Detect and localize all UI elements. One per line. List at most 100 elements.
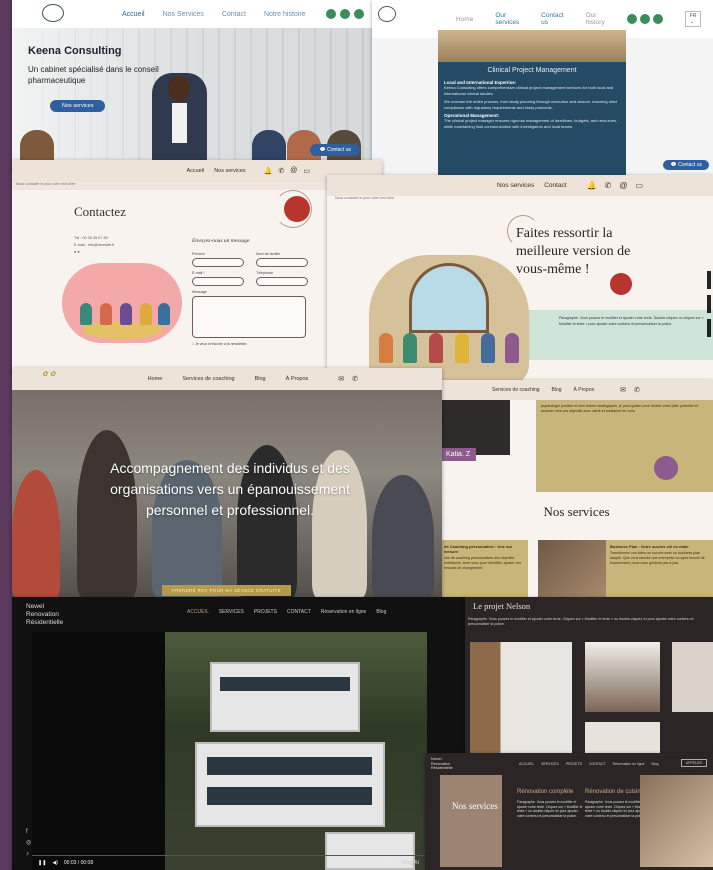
nav-projets[interactable]: PROJETS [566,762,582,766]
email-text: E-mail : info@monsite.fr [74,243,115,247]
contact-info: Tél : 00 33 45 67 89 E-mail : info@monsi… [74,235,115,256]
social-icons: ● ● [74,250,80,254]
language-select[interactable]: FR ⌄ [684,11,702,27]
social-icon[interactable] [354,9,364,19]
clinic-logo[interactable] [378,6,396,22]
services-button[interactable]: Nos services [50,100,106,112]
service-column[interactable]: Rénovation complète Paragraphe. Vous pou… [517,789,585,818]
nav-apropos[interactable]: À Propos [574,387,595,393]
nav-our-history[interactable]: Our history [586,12,605,26]
nav-contact[interactable]: CONTACT [287,609,311,615]
nav-reservation[interactable]: Réservation en ligne [321,609,367,615]
phone-input[interactable] [256,277,308,286]
nav-nos-services[interactable]: Nos services [497,182,534,189]
accomp-nav: Home Services de coaching Blog À Propos … [12,368,442,390]
women-illustration [369,255,529,385]
about-text: psychologie positive et mes leviers stra… [541,404,698,413]
edge-bar [707,319,711,337]
chat-icon[interactable]: ▭ [303,167,310,175]
call-button[interactable]: APPELER [680,759,707,767]
at-icon[interactable]: @ [290,167,297,175]
nav-blog[interactable]: Blog [652,762,659,766]
nav-services[interactable]: SERVICES [541,762,559,766]
coaching-logo[interactable]: ✿ ✿ [42,370,56,378]
project-photo[interactable] [585,722,660,757]
nav-contact-us[interactable]: Contact us [541,12,563,26]
newsletter-checkbox[interactable]: ○ Je veux m'inscrire à la newsletter. [192,342,312,346]
phone-icon[interactable]: ✆ [605,181,612,190]
nav-blog[interactable]: Blog [376,609,386,615]
social-icon[interactable] [340,9,350,19]
service-card-text: ces de coaching personnalisés des object… [444,556,522,570]
coaching-hero-panel: Home Services de coaching Blog À Propos … [12,368,442,598]
nav-histoire[interactable]: Notre histoire [264,11,306,18]
nav-accueil[interactable]: Accueil [122,11,145,18]
social-sidebar: f ◎ ♪ [26,827,31,860]
nav-contact[interactable]: Contact [544,182,566,189]
book-session-button[interactable]: PRENDRE RDV POUR MA SÉANCE GRATUITE [162,585,291,596]
nav-services[interactable]: Nos Services [163,11,204,18]
nav-blog[interactable]: Blog [255,376,266,382]
nav-contact[interactable]: Contact [222,11,246,18]
nav-accueil[interactable]: ACCUEIL [519,762,534,766]
nav-services[interactable]: SERVICES [219,609,244,615]
nav-projets[interactable]: PROJETS [254,609,277,615]
nav-accueil[interactable]: ACCUEIL [187,609,209,615]
volume-icon[interactable]: ◀) [52,860,58,866]
nav-home[interactable]: Home [148,376,163,382]
social-icon[interactable] [326,9,336,19]
nav-our-services[interactable]: Our services [495,12,519,26]
firstname-input[interactable] [192,258,244,267]
clinical-card: Clinical Project Management Local and In… [438,30,626,175]
mail-icon[interactable]: ✉ [338,375,344,383]
phone-icon[interactable]: ✆ [352,375,358,383]
nav-coaching[interactable]: Services de coaching [182,376,234,382]
video-player[interactable]: ❚❚ ◀) 00:03 / 00:08 ⛶ Kling AI [32,632,427,870]
service-card[interactable]: de Coaching personnalisé : Une sur mesur… [440,540,528,598]
message-textarea[interactable] [192,296,306,338]
chat-icon[interactable]: ▭ [635,181,643,190]
bell-icon[interactable]: 🔔 [587,181,597,190]
tiktok-icon[interactable]: ♪ [26,849,31,860]
figure [429,333,443,363]
social-icon[interactable] [652,14,663,24]
brand-line: Renovation [26,611,59,618]
phone-label: Téléphone [256,271,273,275]
project-photo[interactable] [672,642,713,712]
message-label: Message [192,290,207,294]
social-icon[interactable] [626,14,637,24]
figure [481,333,495,363]
phone-icon[interactable]: ✆ [278,167,284,175]
nelson-project-panel: Le projet Nelson Paragraphe. Vous pouvez… [465,597,713,757]
phone-icon[interactable]: ✆ [634,386,640,394]
lastname-input[interactable] [256,258,308,267]
email-input[interactable] [192,277,244,286]
keena-logo[interactable] [42,4,64,22]
brand-line: Résidentielle [26,619,64,626]
nav-blog[interactable]: Blog [552,387,562,393]
nav-reservation[interactable]: Réservation en ligne [613,762,645,766]
newel-brand[interactable]: Newel Renovation Résidentielle [431,757,453,771]
at-icon[interactable]: @ [619,181,627,190]
mail-icon[interactable]: ✉ [620,386,626,394]
newel-brand[interactable]: Newel Renovation Résidentielle [26,603,63,627]
facebook-icon[interactable]: f [26,827,31,838]
nav-accueil[interactable]: Accueil [186,168,204,174]
pause-icon[interactable]: ❚❚ [38,860,46,866]
figure [80,303,92,325]
contact-chat-button[interactable]: 💬 Contact us [663,160,709,170]
bell-icon[interactable]: 🔔 [264,167,273,175]
social-icon[interactable] [639,14,650,24]
instagram-icon[interactable]: ◎ [26,838,31,849]
nav-apropos[interactable]: À Propos [286,376,309,382]
project-photo[interactable] [585,642,660,712]
service-card[interactable]: Business Plan : Votre succès clé en main… [606,540,713,598]
nav-contact[interactable]: CONTACT [589,762,606,766]
nav-nos-services[interactable]: Nos services [214,168,245,174]
nav-coaching[interactable]: Services de coaching [492,387,540,393]
fullscreen-icon[interactable]: ⛶ [387,860,391,866]
nav-home[interactable]: Home [456,16,473,23]
nav-icons: 🔔 ✆ @ ▭ [587,181,643,190]
project-photo[interactable] [470,642,572,754]
contact-chat-button[interactable]: 💬 Contact us [310,144,360,156]
